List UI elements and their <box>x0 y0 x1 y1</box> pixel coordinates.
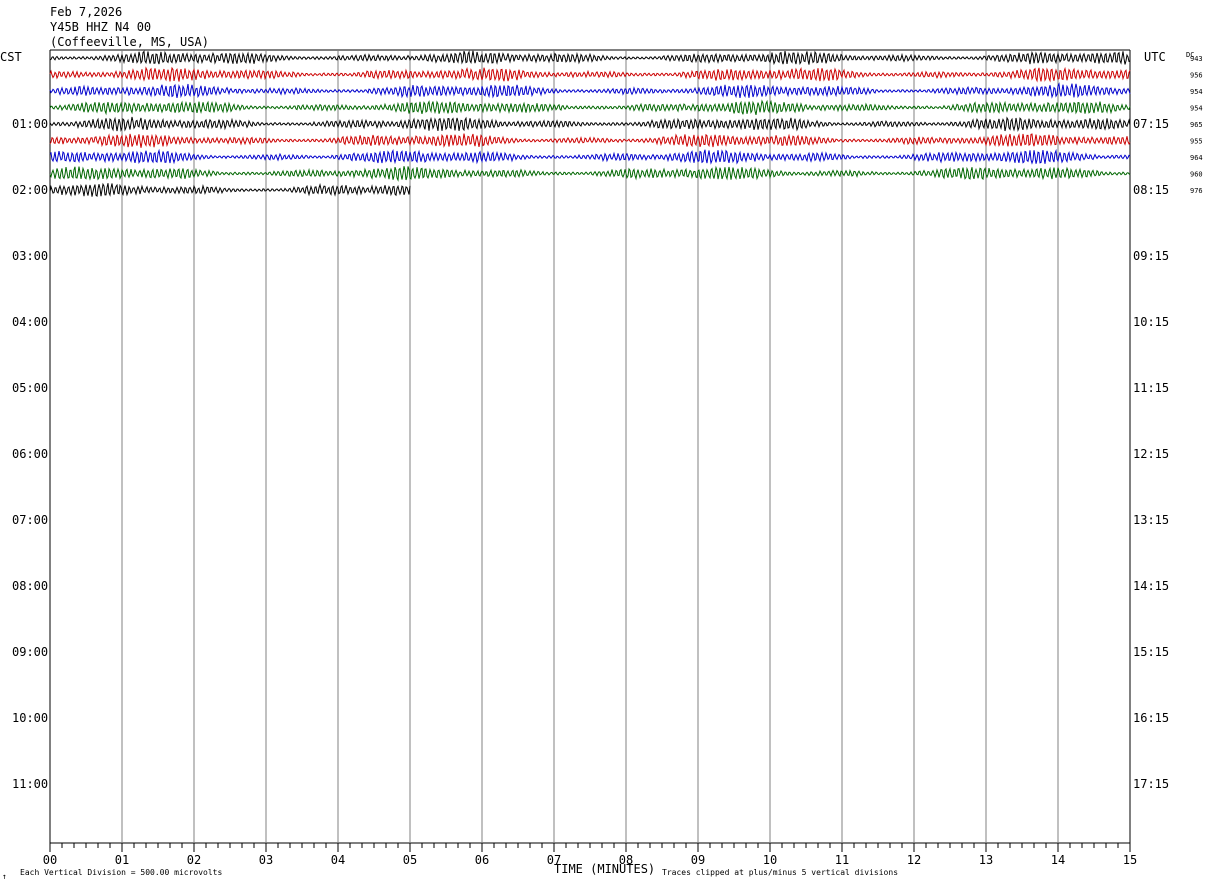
dc-value-row-4: 965 <box>1190 121 1203 129</box>
right-hour-label-12:15: 12:15 <box>1133 447 1169 461</box>
x-tick-label-09: 09 <box>691 853 705 867</box>
dc-value-row-3: 954 <box>1190 105 1203 113</box>
header-station: Y45B HHZ N4 00 <box>50 20 151 34</box>
left-hour-label-08:00: 08:00 <box>12 579 48 593</box>
right-hour-labels: 07:15 08:15 09:15 10:15 11:15 12:15 13:15 14:15… <box>1133 117 1169 791</box>
right-timezone-label: UTC <box>1144 50 1166 64</box>
trace-row-6 <box>49 148 1131 165</box>
x-tick-label-15: 15 <box>1123 853 1137 867</box>
x-tick-label-12: 12 <box>907 853 921 867</box>
dc-value-labels: 943 956 954 954 965 955 964 960 976 <box>1190 55 1203 195</box>
x-tick-label-10: 10 <box>763 853 777 867</box>
trace-row-3 <box>49 99 1131 116</box>
right-hour-label-14:15: 14:15 <box>1133 579 1169 593</box>
x-tick-label-06: 06 <box>475 853 489 867</box>
left-hour-label-05:00: 05:00 <box>12 381 48 395</box>
right-hour-label-17:15: 17:15 <box>1133 777 1169 791</box>
scale-note: Each Vertical Division = 500.00 microvol… <box>20 868 222 877</box>
helicorder-plot: Feb 7,2026 Y45B HHZ N4 00 (Coffeeville, … <box>0 5 1203 881</box>
x-tick-label-11: 11 <box>835 853 849 867</box>
minor-tick-marks <box>49 843 1131 852</box>
left-hour-label-01:00: 01:00 <box>12 117 48 131</box>
left-hour-label-03:00: 03:00 <box>12 249 48 263</box>
right-hour-label-08:15: 08:15 <box>1133 183 1169 197</box>
left-hour-label-09:00: 09:00 <box>12 645 48 659</box>
x-tick-label-14: 14 <box>1051 853 1065 867</box>
left-hour-label-10:00: 10:00 <box>12 711 48 725</box>
x-axis-label: TIME (MINUTES) <box>554 862 655 876</box>
left-hour-label-07:00: 07:00 <box>12 513 48 527</box>
minute-gridlines <box>121 50 1059 843</box>
dc-value-row-8: 976 <box>1190 187 1203 195</box>
left-hour-label-11:00: 11:00 <box>12 777 48 791</box>
right-hour-label-16:15: 16:15 <box>1133 711 1169 725</box>
x-tick-label-02: 02 <box>187 853 201 867</box>
dc-value-row-6: 964 <box>1190 154 1203 162</box>
trace-row-0 <box>49 50 1131 66</box>
seismic-traces <box>49 50 1131 197</box>
left-hour-label-02:00: 02:00 <box>12 183 48 197</box>
right-hour-label-13:15: 13:15 <box>1133 513 1169 527</box>
left-hour-label-04:00: 04:00 <box>12 315 48 329</box>
trace-row-5 <box>49 133 1131 148</box>
dc-value-row-0: 943 <box>1190 55 1203 63</box>
right-hour-label-11:15: 11:15 <box>1133 381 1169 395</box>
x-tick-label-04: 04 <box>331 853 345 867</box>
corner-mark: ↑ <box>2 872 7 881</box>
x-tick-label-01: 01 <box>115 853 129 867</box>
x-tick-label-00: 00 <box>43 853 57 867</box>
clip-note: Traces clipped at plus/minus 5 vertical … <box>662 868 898 877</box>
header-date: Feb 7,2026 <box>50 5 122 19</box>
x-tick-label-03: 03 <box>259 853 273 867</box>
trace-row-7 <box>49 165 1131 182</box>
trace-row-2 <box>49 82 1131 99</box>
left-hour-labels: 01:00 02:00 03:00 04:00 05:00 06:00 07:00 08:00… <box>12 117 48 791</box>
left-timezone-label: CST <box>0 50 22 64</box>
right-hour-label-09:15: 09:15 <box>1133 249 1169 263</box>
right-hour-label-10:15: 10:15 <box>1133 315 1169 329</box>
trace-row-4 <box>49 116 1131 132</box>
dc-value-row-7: 960 <box>1190 171 1203 179</box>
right-hour-label-07:15: 07:15 <box>1133 117 1169 131</box>
dc-value-row-1: 956 <box>1190 72 1203 80</box>
right-hour-label-15:15: 15:15 <box>1133 645 1169 659</box>
header-location: (Coffeeville, MS, USA) <box>50 35 209 49</box>
trace-row-8 <box>49 182 411 197</box>
dc-value-row-2: 954 <box>1190 88 1203 96</box>
trace-row-1 <box>49 66 1131 83</box>
x-tick-label-13: 13 <box>979 853 993 867</box>
left-hour-label-06:00: 06:00 <box>12 447 48 461</box>
x-tick-label-05: 05 <box>403 853 417 867</box>
dc-value-row-5: 955 <box>1190 138 1203 146</box>
